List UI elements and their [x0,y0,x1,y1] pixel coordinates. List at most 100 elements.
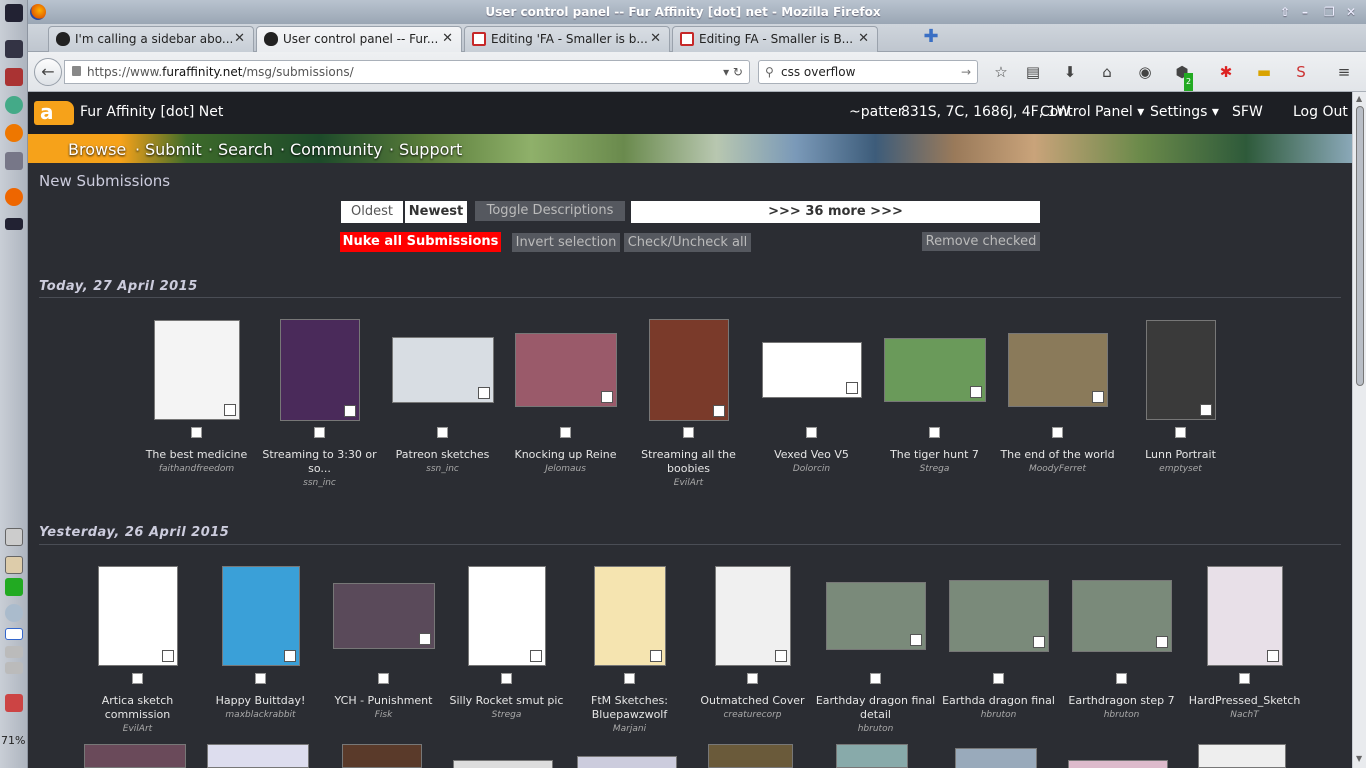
new-tab-plus-icon[interactable]: ✚ [921,26,941,50]
firefox-dock-icon[interactable] [5,124,23,142]
submission-checkbox[interactable] [255,673,266,684]
thumbnail-partial[interactable] [342,744,422,768]
invert-selection-button[interactable]: Invert selection [512,233,620,252]
submission-checkbox[interactable] [1052,427,1063,438]
nav-support[interactable]: Support [399,140,462,159]
thumbnail-partial[interactable] [577,756,677,768]
nav-submit[interactable]: Submit [145,140,202,159]
nav-browse[interactable]: Browse [68,140,126,159]
newest-button[interactable]: Newest [405,201,467,223]
close-tab-icon[interactable]: ✕ [234,27,245,51]
download-icon[interactable]: ⬇ [1061,63,1079,81]
submission-title[interactable]: Lunn Portrait [1119,448,1242,462]
pager-3-icon[interactable] [5,662,23,674]
submission-thumbnail[interactable] [98,566,178,666]
search-input[interactable]: ⚲ css overflow → [758,60,978,84]
thumbnail-partial[interactable] [708,744,793,768]
submission-thumbnail[interactable] [949,580,1049,652]
lastpass-icon[interactable]: ✱ [1217,63,1235,81]
chrome-icon[interactable] [5,96,23,114]
logout-icon[interactable] [5,694,23,712]
submission-checkbox[interactable] [747,673,758,684]
ruler-icon[interactable]: ▬ [1255,63,1273,81]
toggle-descriptions-button[interactable]: Toggle Descriptions [475,201,625,221]
submission-title[interactable]: The end of the world [996,448,1119,462]
submission-title[interactable]: FtM Sketches: Bluepawzwolf [568,694,691,722]
close-tab-icon[interactable]: ✕ [858,27,869,51]
submission-thumbnail[interactable] [1146,320,1216,420]
submission-title[interactable]: HardPressed_Sketch [1183,694,1306,708]
submission-checkbox[interactable] [560,427,571,438]
submission-title[interactable]: Outmatched Cover [691,694,814,708]
submission-title[interactable]: Knocking up Reine [504,448,627,462]
page-scrollbar[interactable]: ▲ ▼ [1352,92,1366,768]
reading-list-icon[interactable]: ▤ [1024,63,1042,81]
hamburger-menu-icon[interactable]: ≡ [1335,63,1353,81]
submission-title[interactable]: The best medicine [135,448,258,462]
maximize-button[interactable]: ❐ [1324,0,1335,24]
home-icon[interactable]: ⌂ [1098,63,1116,81]
scroll-up-arrow-icon[interactable]: ▲ [1356,94,1362,103]
thumbnail-partial[interactable] [836,744,908,768]
submission-artist[interactable]: hbruton [1060,710,1183,720]
submission-checkbox[interactable] [437,427,448,438]
submission-thumbnail[interactable] [392,337,494,403]
submission-thumbnail[interactable] [222,566,300,666]
pager-2-icon[interactable] [5,646,23,658]
tab-sidebar-thread[interactable]: I'm calling a sidebar abo... ✕ [48,26,254,52]
oldest-button[interactable]: Oldest [341,201,403,223]
submission-title[interactable]: Earthday dragon final detail [814,694,937,722]
tools-icon[interactable] [5,68,23,86]
submission-artist[interactable]: hbruton [814,724,937,734]
settings-menu[interactable]: Settings ▾ [1150,104,1219,120]
tab-editing-style-1[interactable]: Editing 'FA - Smaller is b... ✕ [464,26,670,52]
close-tab-icon[interactable]: ✕ [650,27,661,51]
submission-artist[interactable]: hbruton [937,710,1060,720]
notes-icon[interactable] [5,556,23,574]
submission-title[interactable]: Happy Buittday! [199,694,322,708]
submission-title[interactable]: Earthda dragon final [937,694,1060,708]
submission-thumbnail[interactable] [1072,580,1172,652]
remove-checked-button[interactable]: Remove checked [922,232,1040,251]
submission-thumbnail[interactable] [762,342,862,398]
submission-artist[interactable]: Marjani [568,724,691,734]
thumbnail-partial[interactable] [207,744,309,768]
submission-checkbox[interactable] [624,673,635,684]
close-window-button[interactable]: ✕ [1346,0,1356,24]
submission-artist[interactable]: creaturecorp [691,710,814,720]
submission-checkbox[interactable] [870,673,881,684]
thumbnail-partial[interactable] [1198,744,1286,768]
submission-artist[interactable]: ssn_inc [381,464,504,474]
submission-checkbox[interactable] [378,673,389,684]
sfw-toggle[interactable]: SFW [1232,104,1263,120]
scroll-down-arrow-icon[interactable]: ▼ [1356,754,1362,763]
thumbnail-partial[interactable] [84,744,186,768]
close-tab-icon[interactable]: ✕ [442,27,453,51]
site-name[interactable]: Fur Affinity [dot] Net [80,104,223,120]
submission-checkbox[interactable] [191,427,202,438]
submission-checkbox[interactable] [1239,673,1250,684]
submission-thumbnail[interactable] [715,566,791,666]
submission-thumbnail[interactable] [649,319,729,421]
nav-community[interactable]: Community [290,140,383,159]
submission-thumbnail[interactable] [1207,566,1283,666]
submission-title[interactable]: Silly Rocket smut pic [445,694,568,708]
submission-thumbnail[interactable] [154,320,240,420]
more-submissions-button[interactable]: >>> 36 more >>> [631,201,1040,223]
desktop-pager-icon[interactable] [5,628,23,640]
submission-thumbnail[interactable] [826,582,926,650]
kde-menu-icon[interactable] [5,4,23,22]
submission-artist[interactable]: Jelomaus [504,464,627,474]
submission-thumbnail[interactable] [280,319,360,421]
submission-title[interactable]: Artica sketch commission [76,694,199,722]
thumbnail-partial[interactable] [1068,760,1168,768]
submission-checkbox[interactable] [132,673,143,684]
submission-checkbox[interactable] [1116,673,1127,684]
submission-thumbnail[interactable] [333,583,435,649]
submission-checkbox[interactable] [314,427,325,438]
film-icon[interactable] [5,218,23,230]
submission-checkbox[interactable] [501,673,512,684]
nuke-all-button[interactable]: Nuke all Submissions [340,232,501,252]
submission-title[interactable]: Streaming all the boobies [627,448,750,476]
submission-artist[interactable]: EvilArt [627,478,750,488]
